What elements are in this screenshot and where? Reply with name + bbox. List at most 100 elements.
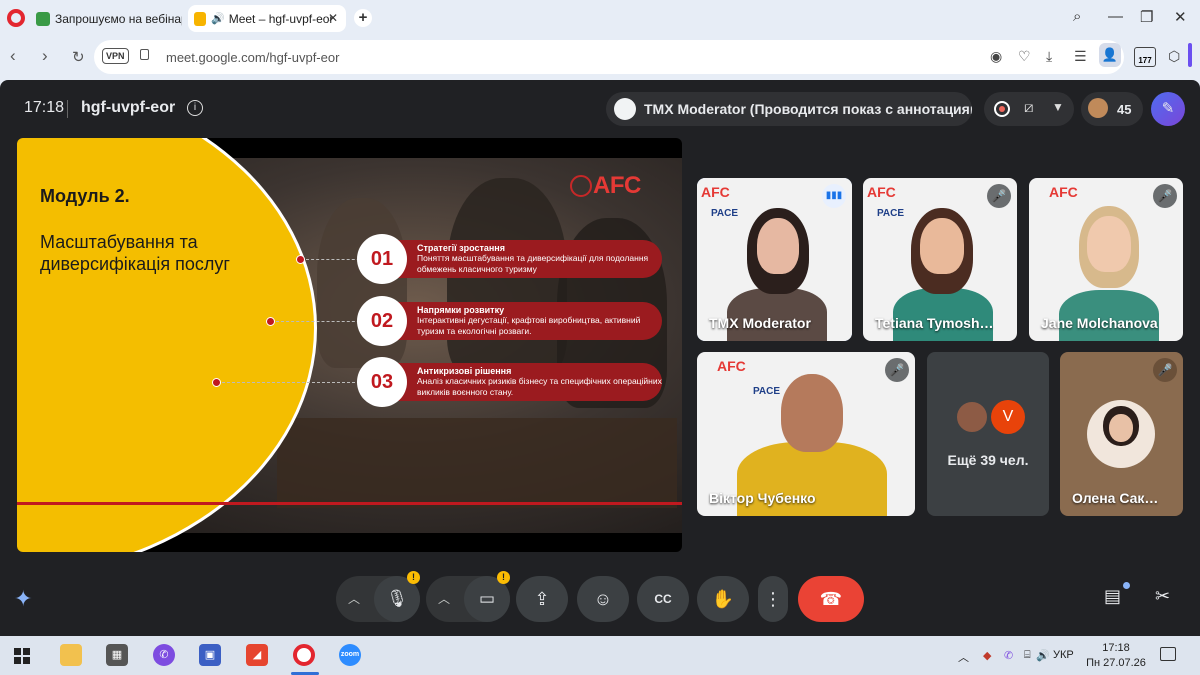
start-icon[interactable] [14, 648, 30, 664]
participant-tile-tmx-moderator[interactable]: AFC PACE ▮▮▮ TMX Moderator [697, 178, 852, 341]
divider [67, 100, 68, 118]
file-explorer-icon[interactable] [60, 644, 82, 666]
captions-icon[interactable]: CC [637, 576, 689, 622]
tray-viber-icon[interactable]: ✆ [1004, 649, 1013, 662]
more-participants-label: Ещё 39 чел. [947, 452, 1029, 468]
heart-icon[interactable]: ♡ [1018, 48, 1031, 65]
meeting-clock: 17:18 [24, 99, 65, 116]
lock-icon[interactable] [140, 49, 149, 60]
zoom-icon[interactable]: zoom [339, 644, 361, 666]
participant-face [1109, 414, 1133, 442]
participant-count: 45 [1117, 102, 1132, 117]
language-indicator[interactable]: УКР [1053, 649, 1074, 661]
gemini-notes-icon[interactable]: ✎ [1151, 92, 1185, 126]
chevron-up-icon[interactable]: ︿ [438, 590, 450, 607]
more-options-icon[interactable]: ⋮ [758, 576, 788, 622]
easy-setup-icon[interactable]: ☰ [1074, 48, 1087, 65]
tile-afc-banner: AFC [717, 358, 746, 374]
url-text[interactable]: meet.google.com/hgf-uvpf-eor [166, 50, 339, 65]
close-window-icon[interactable]: ✕ [1174, 8, 1187, 26]
slide-item-desc: Інтерактивні дегустації, крафтові виробн… [417, 315, 641, 336]
network-icon[interactable]: ⌸ [1024, 649, 1031, 662]
minimize-icon[interactable]: — [1108, 8, 1123, 25]
participant-name: Віктор Чубенко [709, 490, 816, 506]
speaker-icon[interactable]: 🔊 [211, 12, 225, 25]
gemini-star-icon[interactable]: ✦ [14, 586, 32, 612]
camera-icon[interactable]: ◉ [990, 48, 1002, 65]
address-bar-row: ‹ › ↻ VPN meet.google.com/hgf-uvpf-eor ◉… [0, 38, 1200, 76]
meeting-info-icon[interactable]: i [187, 100, 203, 116]
presenter-status-pill[interactable]: TMX Moderator (Проводится показ с аннота… [606, 92, 972, 126]
participant-tile-olena[interactable]: 🎤 Олена Сак… [1060, 352, 1183, 516]
opera-taskbar-icon[interactable] [293, 644, 315, 666]
tile-pace-banner: PACE [711, 208, 739, 219]
participant-face [781, 374, 843, 452]
forward-icon[interactable]: › [42, 46, 48, 66]
search-tabs-icon[interactable]: ⌕ [1073, 8, 1081, 25]
volume-icon[interactable]: 🔊 [1036, 649, 1050, 662]
tab-webinar[interactable]: Запрошуємо на вебінар [30, 5, 182, 32]
taskbar-time: 17:18 [1102, 642, 1130, 654]
tile-pace-banner: PACE [877, 208, 905, 219]
tile-pace-banner: PACE [753, 386, 781, 397]
host-controls-icon[interactable]: ✂ [1155, 586, 1170, 607]
extensions-cube-icon[interactable]: ⬡ [1168, 48, 1180, 65]
browser-tab-bar: Запрошуємо на вебінар 🔊 Meet – hgf-uvpf-… [0, 0, 1200, 36]
slide-red-line [17, 502, 682, 505]
reload-icon[interactable]: ↻ [72, 48, 85, 66]
sidebar-indicator [1188, 43, 1192, 67]
photo-table [277, 418, 677, 508]
present-screen-icon[interactable]: ⇪ [516, 576, 568, 622]
warning-icon: ! [497, 571, 510, 584]
new-tab-button[interactable]: + [354, 9, 372, 27]
participant-name: Tetiana Tymosh… [875, 315, 994, 331]
chat-icon[interactable]: ▤ [1104, 586, 1121, 607]
vpn-badge[interactable]: VPN [102, 48, 129, 64]
download-icon[interactable]: ⤓ [1046, 48, 1052, 65]
tray-app-icon[interactable]: ◆ [983, 649, 991, 662]
more-participants-tile[interactable]: V Ещё 39 чел. [927, 352, 1049, 516]
tab-meet[interactable]: 🔊 Meet – hgf-uvpf-eor ✕ [188, 5, 346, 32]
raise-hand-icon[interactable]: ✋ [697, 576, 749, 622]
photo-figure [447, 178, 567, 378]
tray-chevron-up-icon[interactable]: ︿ [958, 649, 969, 665]
calculator-icon[interactable]: ▦ [106, 644, 128, 666]
no-video-icon[interactable]: ⧄ [1024, 99, 1034, 116]
participant-name: Jane Molchanova [1041, 315, 1158, 331]
chevron-up-icon[interactable]: ︿ [348, 590, 360, 607]
participant-tile-tetiana[interactable]: AFC PACE 🎤 Tetiana Tymosh… [863, 178, 1017, 341]
camera-button[interactable]: ▭! [464, 571, 510, 622]
tile-afc-banner: AFC [867, 184, 896, 200]
save-disk-icon[interactable]: ▣ [199, 644, 221, 666]
taskbar-clock[interactable]: 17:18 Пн 27.07.26 [1084, 641, 1148, 671]
viber-icon[interactable]: ✆ [153, 644, 175, 666]
back-icon[interactable]: ‹ [10, 46, 16, 66]
chevron-down-icon[interactable]: ▼ [1052, 100, 1064, 114]
opera-logo-icon[interactable] [7, 9, 25, 27]
microphone-button[interactable]: 🎙! [374, 571, 420, 622]
participant-name: Олена Сак… [1072, 490, 1159, 506]
participant-tile-viktor[interactable]: AFC PACE 🎤 Віктор Чубенко [697, 352, 915, 516]
restore-icon[interactable]: ❐ [1140, 8, 1153, 26]
record-icon[interactable] [994, 101, 1010, 117]
extension-badge[interactable]: 177 [1134, 47, 1156, 67]
mic-off-icon: 🎤 [987, 184, 1011, 208]
warning-icon: ! [407, 571, 420, 584]
slide-item-desc: Поняття масштабування та диверсифікації … [417, 253, 649, 274]
participant-avatar [955, 400, 989, 434]
mic-off-icon: 🎤 [1153, 184, 1177, 208]
timeline-dot [296, 255, 305, 264]
app-icon[interactable]: ◢ [246, 644, 268, 666]
participant-avatar [1088, 98, 1108, 118]
end-call-button[interactable]: ☎ [798, 576, 864, 622]
profile-icon[interactable]: 👤 [1099, 43, 1121, 67]
tab-webinar-label: Запрошуємо на вебінар [55, 11, 182, 26]
close-tab-icon[interactable]: ✕ [328, 11, 338, 25]
slide-item-title: Напрямки розвитку [417, 305, 505, 315]
notifications-icon[interactable] [1160, 647, 1176, 661]
emoji-reactions-icon[interactable]: ☺ [577, 576, 629, 622]
participant-tile-jane[interactable]: AFC 🎤 Jane Molchanova [1029, 178, 1183, 341]
recording-controls[interactable]: ⧄ ▼ [984, 92, 1074, 126]
participants-button[interactable]: 45 [1081, 92, 1143, 126]
mic-off-icon: 🎤 [885, 358, 909, 382]
